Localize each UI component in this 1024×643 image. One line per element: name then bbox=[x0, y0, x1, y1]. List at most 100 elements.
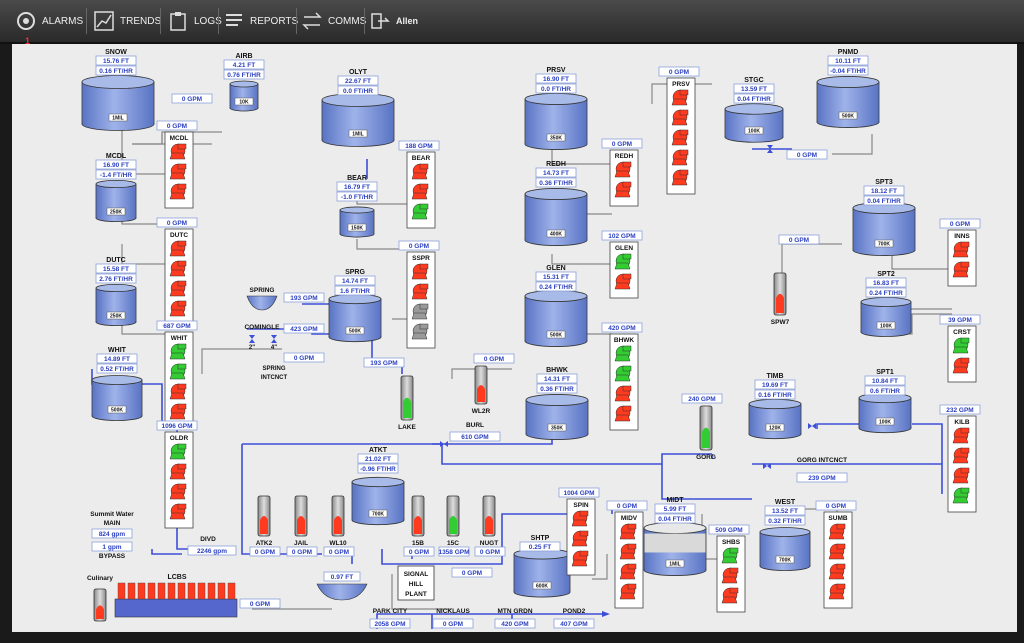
pump-station-shbs[interactable]: SHBS bbox=[716, 535, 746, 613]
gorg-intcnct-flow: 239 GPM bbox=[796, 472, 848, 483]
tank-capacity-label: 150K bbox=[351, 226, 363, 232]
burl-flow-text: 610 GPM bbox=[461, 434, 488, 441]
well-name-label: JAIL bbox=[294, 540, 308, 547]
tank-rate-value-text: -0.96 FT/HR bbox=[360, 466, 396, 473]
well-w15b[interactable]: 15B bbox=[411, 495, 425, 547]
user-logout-button[interactable]: Allen bbox=[370, 6, 418, 36]
well-name-label: SPW7 bbox=[771, 319, 790, 326]
tank-rate-value: 0.16 FT/HR bbox=[754, 389, 796, 400]
well-culinary[interactable] bbox=[93, 588, 107, 622]
tank-name-label: SNOW bbox=[105, 49, 127, 56]
outlet-name-label: POND2 bbox=[563, 608, 586, 615]
well-atk2[interactable]: ATK2 bbox=[256, 495, 273, 547]
well-lake[interactable]: LAKE bbox=[398, 375, 417, 431]
pump-flow-value-text: 0 GPM bbox=[669, 69, 689, 76]
valve-icon[interactable] bbox=[808, 423, 816, 429]
pump-station-name: REDH bbox=[615, 153, 634, 160]
tank-rate-value: 0.36 FT/HR bbox=[535, 177, 577, 188]
reports-button[interactable]: REPORTS bbox=[224, 6, 298, 36]
valve-icon[interactable] bbox=[271, 335, 277, 343]
tank-rate-value-text: -1.0 FT/HR bbox=[341, 194, 373, 201]
pump-station-sumb[interactable]: SUMB bbox=[823, 511, 853, 609]
pump-station-inns[interactable]: INNS bbox=[947, 229, 977, 287]
alarms-button[interactable]: ALARMS bbox=[16, 6, 83, 36]
trends-label: TRENDS bbox=[120, 15, 162, 27]
spring-flow-text: 193 GPM bbox=[290, 295, 317, 302]
tank-level-value: 22.67 FT bbox=[337, 75, 379, 86]
burl-flow: 610 GPM bbox=[449, 431, 501, 442]
well-wl10[interactable]: WL10 bbox=[329, 495, 347, 547]
tank-level-value-text: 10.84 FT bbox=[872, 378, 898, 385]
pump-station-midv[interactable]: MIDV bbox=[614, 511, 644, 609]
tank-rate-value-text: 0.52 FT/HR bbox=[100, 366, 134, 373]
well-wl2r[interactable]: WL2R bbox=[472, 365, 491, 415]
tank-capacity-label: 350K bbox=[551, 426, 563, 432]
tank-level-value: 0.25 FT bbox=[519, 541, 561, 552]
pump-flow-value: 0 GPM bbox=[156, 120, 198, 131]
tank-name-label: BHWK bbox=[546, 367, 568, 374]
pump-station-whit[interactable]: WHIT bbox=[164, 331, 194, 429]
lcbs-basin[interactable] bbox=[316, 583, 368, 601]
pump-flow-value-text: 102 GPM bbox=[608, 233, 635, 240]
pump-station-mcdl[interactable]: MCDL bbox=[164, 131, 194, 209]
pump-flow-value-text: 0 GPM bbox=[167, 123, 187, 130]
pump-station-glen[interactable]: GLEN bbox=[609, 241, 639, 299]
tank-rate-value: -0.96 FT/HR bbox=[357, 463, 399, 474]
tank-rate-value-text: 0.36 FT/HR bbox=[540, 386, 574, 393]
spw7-flow-text: 0 GPM bbox=[789, 237, 809, 244]
pump-flow-value-text: 0 GPM bbox=[826, 503, 846, 510]
pump-station-crst[interactable]: CRST bbox=[947, 325, 977, 383]
tank-capacity-label: 500K bbox=[111, 408, 123, 414]
pump-station-kilb[interactable]: KILB bbox=[947, 415, 977, 513]
well-w15c[interactable]: 15C bbox=[446, 495, 460, 547]
well-spw7[interactable]: SPW7 bbox=[771, 272, 790, 326]
tank-rate-value: 0.36 FT/HR bbox=[536, 383, 578, 394]
logout-icon bbox=[371, 13, 390, 29]
pump-station-oldr[interactable]: OLDR bbox=[164, 431, 194, 529]
spring-intcnct-label-1: SPRING bbox=[262, 366, 285, 372]
tank-name-label: BEAR bbox=[347, 175, 367, 182]
logs-button[interactable]: LOGS bbox=[168, 6, 222, 36]
pump-station-redh[interactable]: REDH bbox=[609, 149, 639, 207]
pump-station-dutc[interactable]: DUTC bbox=[164, 228, 194, 326]
four-inch-label: 4" bbox=[271, 345, 277, 351]
comms-button[interactable]: COMMS bbox=[302, 6, 366, 36]
tank-rate-value: 0.52 FT/HR bbox=[96, 363, 138, 374]
well-jail[interactable]: JAIL bbox=[294, 495, 308, 547]
valve-icon[interactable] bbox=[249, 335, 255, 343]
spring-source[interactable] bbox=[246, 295, 278, 311]
tank-capacity-label: 1MIL bbox=[352, 132, 363, 138]
pump-station-name: WHIT bbox=[171, 335, 188, 342]
tank-level-value-text: 22.67 FT bbox=[345, 78, 371, 85]
pump-station-prsv[interactable]: PRSV bbox=[666, 77, 696, 195]
pump-flow-value-text: 39 GPM bbox=[948, 317, 972, 324]
pump-station-sspr[interactable]: SSPR bbox=[406, 251, 436, 349]
pump-station-name: MCDL bbox=[170, 135, 189, 142]
signal-hill-label-1: SIGNAL bbox=[404, 571, 429, 578]
comingle-label: COMINGLE bbox=[244, 324, 280, 331]
lake-flow-text: 193 GPM bbox=[370, 360, 397, 367]
lcbs-manifold[interactable] bbox=[114, 582, 238, 618]
tank-capacity-label: 1MIL bbox=[669, 562, 680, 568]
well-nugt[interactable]: NUGT bbox=[480, 495, 498, 547]
comms-label: COMMS bbox=[328, 15, 367, 27]
tank-level-value-text: 0.25 FT bbox=[529, 544, 551, 551]
tank-name-label: SPRG bbox=[345, 269, 365, 276]
tank-rate-value-text: 0.04 FT/HR bbox=[737, 96, 771, 103]
pump-station-bear[interactable]: BEAR bbox=[406, 151, 436, 229]
tank-capacity-label: 1MIL bbox=[112, 116, 123, 122]
well-name-label: WL10 bbox=[329, 540, 347, 547]
outlet-flow-value-text: 420 GPM bbox=[501, 621, 528, 628]
pump-flow-value-text: 1096 GPM bbox=[161, 423, 192, 430]
burl-label: BURL bbox=[466, 422, 484, 429]
pump-station-spin[interactable]: SPIN bbox=[566, 498, 596, 576]
tank-name-label: AIRB bbox=[235, 53, 252, 60]
tank-capacity-label: 500K bbox=[349, 329, 361, 335]
scada-canvas: 1MIL SNOW 15.76 FT 0.16 FT/HR 10K AIRB 4.21 FT… bbox=[12, 44, 1017, 632]
trends-button[interactable]: TRENDS bbox=[94, 6, 161, 36]
pump-flow-value: 420 GPM bbox=[601, 322, 643, 333]
tank-name-label: MIDT bbox=[666, 497, 684, 504]
pump-station-name: CRST bbox=[953, 329, 971, 336]
well-gorg[interactable]: GORG bbox=[696, 405, 716, 461]
pump-station-bhwk[interactable]: BHWK bbox=[609, 333, 639, 431]
